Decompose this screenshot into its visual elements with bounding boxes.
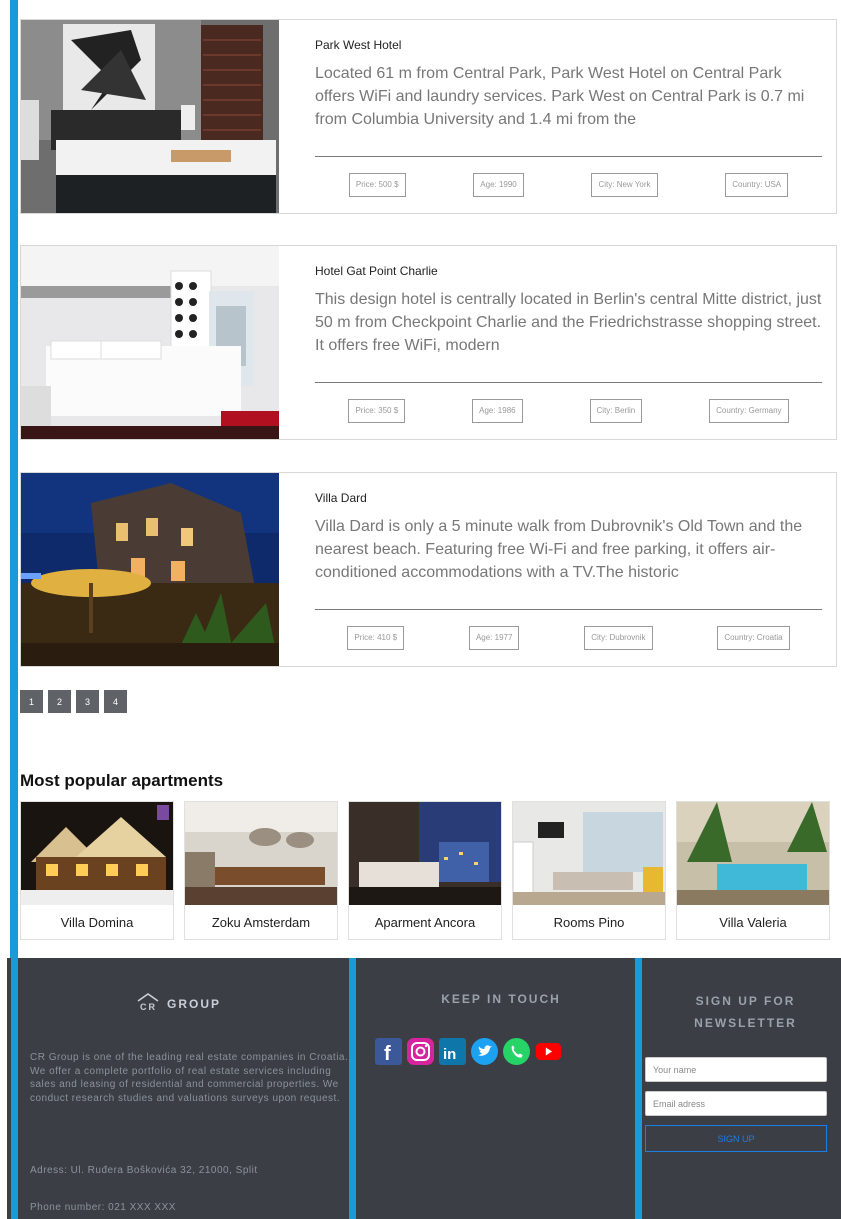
hotel-tags: Price: 410 $ Age: 1977 City: Dubrovnik C… bbox=[315, 626, 822, 650]
country-tag: Country: Croatia bbox=[717, 626, 790, 650]
city-tag: City: Dubrovnik bbox=[584, 626, 653, 650]
youtube-icon[interactable] bbox=[535, 1038, 562, 1065]
apartment-card[interactable]: Villa Domina bbox=[20, 801, 174, 940]
hotel-description: Villa Dard is only a 5 minute walk from … bbox=[315, 518, 803, 581]
apartment-list: Villa Domina Zoku Amsterdam Aparment Anc… bbox=[20, 801, 830, 940]
page-button-4[interactable]: 4 bbox=[104, 690, 127, 713]
svg-text:f: f bbox=[384, 1043, 391, 1065]
apartment-photo[interactable] bbox=[513, 802, 665, 905]
twitter-icon[interactable] bbox=[471, 1038, 498, 1065]
age-tag: Age: 1986 bbox=[472, 399, 523, 423]
footer-divider bbox=[349, 958, 356, 1219]
signup-button[interactable]: SIGN UP bbox=[645, 1125, 827, 1152]
apartment-card[interactable]: Rooms Pino bbox=[512, 801, 666, 940]
address: Adress: Ul. Ruđera Boškovića 32, 21000, … bbox=[30, 1165, 258, 1176]
hotel-tags: Price: 500 $ Age: 1990 City: New York Co… bbox=[315, 173, 822, 197]
name-input[interactable] bbox=[645, 1057, 827, 1082]
country-tag: Country: Germany bbox=[709, 399, 789, 423]
country-tag: Country: USA bbox=[725, 173, 789, 197]
email-input[interactable] bbox=[645, 1091, 827, 1116]
hotel-photo[interactable] bbox=[21, 473, 279, 666]
svg-text:in: in bbox=[443, 1046, 456, 1063]
whatsapp-icon[interactable] bbox=[503, 1038, 530, 1065]
section-title: Most popular apartments bbox=[20, 771, 224, 790]
price-tag: Price: 500 $ bbox=[348, 173, 406, 197]
hotel-title[interactable]: Hotel Gat Point Charlie bbox=[315, 264, 438, 278]
page-button-1[interactable]: 1 bbox=[20, 690, 43, 713]
divider bbox=[315, 156, 822, 157]
hotel-photo[interactable] bbox=[21, 246, 279, 439]
apartment-name[interactable]: Villa Domina bbox=[21, 905, 173, 939]
pagination: 1 2 3 4 bbox=[20, 690, 127, 713]
hotel-description: This design hotel is centrally located i… bbox=[315, 291, 822, 354]
city-tag: City: Berlin bbox=[589, 399, 643, 423]
instagram-icon[interactable] bbox=[407, 1038, 434, 1065]
hotel-card[interactable]: Park West Hotel Located 61 m from Centra… bbox=[20, 19, 837, 214]
price-tag: Price: 410 $ bbox=[347, 626, 405, 650]
facebook-icon[interactable]: f bbox=[375, 1038, 402, 1065]
hotel-card[interactable]: Hotel Gat Point Charlie This design hote… bbox=[20, 245, 837, 440]
linkedin-icon[interactable]: in bbox=[439, 1038, 466, 1065]
age-tag: Age: 1977 bbox=[468, 626, 520, 650]
hotel-card[interactable]: Villa Dard Villa Dard is only a 5 minute… bbox=[20, 472, 837, 667]
apartment-name[interactable]: Aparment Ancora bbox=[349, 905, 501, 939]
left-accent-bar bbox=[10, 0, 18, 960]
hotel-title[interactable]: Park West Hotel bbox=[315, 38, 401, 52]
apartment-name[interactable]: Villa Valeria bbox=[677, 905, 829, 939]
age-tag: Age: 1990 bbox=[473, 173, 524, 197]
hotel-photo[interactable] bbox=[21, 20, 279, 213]
keep-in-touch-title: KEEP IN TOUCH bbox=[441, 992, 561, 1006]
apartment-card[interactable]: Zoku Amsterdam bbox=[184, 801, 338, 940]
hotel-description: Located 61 m from Central Park, Park Wes… bbox=[315, 65, 805, 128]
apartment-card[interactable]: Villa Valeria bbox=[676, 801, 830, 940]
city-tag: City: New York bbox=[591, 173, 658, 197]
cr-logo-icon: CR bbox=[135, 992, 161, 1015]
apartment-photo[interactable] bbox=[677, 802, 829, 905]
apartment-photo[interactable] bbox=[185, 802, 337, 905]
apartment-photo[interactable] bbox=[21, 802, 173, 905]
hotel-tags: Price: 350 $ Age: 1986 City: Berlin Coun… bbox=[315, 399, 822, 423]
brand-name: GROUP bbox=[166, 996, 221, 1011]
newsletter-title: SIGN UP FOR NEWSLETTER bbox=[694, 994, 797, 1030]
page-button-3[interactable]: 3 bbox=[76, 690, 99, 713]
phone-number: Phone number: 021 XXX XXX bbox=[30, 1202, 176, 1213]
about-text: CR Group is one of the leading real esta… bbox=[30, 1052, 349, 1104]
brand[interactable]: CR GROUP bbox=[7, 992, 349, 1015]
social-links: f in bbox=[375, 1038, 562, 1065]
apartment-photo[interactable] bbox=[349, 802, 501, 905]
divider bbox=[315, 382, 822, 383]
apartment-card[interactable]: Aparment Ancora bbox=[348, 801, 502, 940]
hotel-title[interactable]: Villa Dard bbox=[315, 491, 367, 505]
divider bbox=[315, 609, 822, 610]
apartment-name[interactable]: Zoku Amsterdam bbox=[185, 905, 337, 939]
footer: CR GROUP CR Group is one of the leading … bbox=[7, 958, 841, 1219]
svg-text:CR: CR bbox=[140, 1002, 157, 1012]
price-tag: Price: 350 $ bbox=[348, 399, 406, 423]
apartment-name[interactable]: Rooms Pino bbox=[513, 905, 665, 939]
page-button-2[interactable]: 2 bbox=[48, 690, 71, 713]
